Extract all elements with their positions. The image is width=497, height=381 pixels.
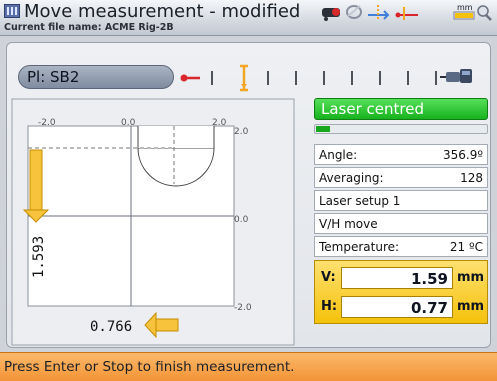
left-arrow-marker-icon: [180, 74, 200, 82]
measurement-progress-fill: [316, 126, 330, 132]
temperature-field: Temperature: 21 ºC: [314, 236, 488, 257]
vertical-value: 1.593: [31, 236, 47, 278]
plane-selector[interactable]: Pl: SB2: [18, 65, 174, 89]
angle-field: Angle: 356.9º: [314, 144, 488, 165]
horizontal-value: 0.766: [90, 319, 132, 335]
strip-ticks: [211, 71, 437, 85]
averaging-value: 128: [460, 171, 483, 185]
search-icon[interactable]: [477, 5, 492, 21]
machine-icon[interactable]: [440, 69, 472, 83]
averaging-label: Averaging:: [319, 171, 384, 185]
v-unit: mm: [457, 270, 485, 285]
temperature-value: 21 ºC: [449, 240, 483, 254]
coupling-icon[interactable]: [395, 7, 419, 20]
unit-mm-label: mm: [457, 3, 473, 12]
plane-label: Pl: SB2: [27, 68, 80, 86]
laser-icon[interactable]: [346, 5, 362, 19]
machine-icon[interactable]: [322, 8, 340, 21]
v-value: 1.59: [341, 267, 453, 289]
averaging-field[interactable]: Averaging: 128: [314, 167, 488, 188]
h-label: H:: [321, 299, 338, 314]
move-readouts: V: 1.59 mm H: 0.77 mm: [314, 260, 488, 324]
move-arrows-icon[interactable]: [368, 5, 390, 20]
laser-setup-label: Laser setup 1: [319, 194, 401, 208]
laser-spot-top: [138, 126, 214, 148]
unit-mm-icon[interactable]: mm: [453, 3, 475, 20]
title-icon-strip: mm: [322, 3, 492, 21]
alignment-plot: -2.0 0.0 2.0 2.0 0.0 -2.0 1.593 0.766: [11, 98, 295, 346]
v-label: V:: [321, 270, 336, 285]
angle-label: Angle:: [319, 148, 358, 162]
title-bar: Move measurement - modified Current file…: [0, 0, 497, 36]
vh-move-field[interactable]: V/H move: [314, 213, 488, 234]
angle-value: 356.9º: [442, 148, 483, 162]
temperature-label: Temperature:: [319, 240, 400, 254]
laser-status-badge: Laser centred: [314, 98, 488, 120]
h-value: 0.77: [341, 296, 453, 318]
laser-setup-field[interactable]: Laser setup 1: [314, 190, 488, 211]
h-unit: mm: [457, 299, 485, 314]
machine-train-strip: [180, 64, 472, 92]
y-tick-label: 0.0: [234, 215, 249, 225]
status-bar: Press Enter or Stop to finish measuremen…: [0, 352, 497, 381]
window-title: Move measurement - modified: [24, 1, 301, 22]
current-file-label: Current file name: ACME Rig-2B: [4, 22, 174, 33]
footer-message: Press Enter or Stop to finish measuremen…: [4, 359, 295, 375]
laser-status-text: Laser centred: [321, 100, 424, 118]
position-marker-icon[interactable]: [240, 64, 248, 92]
x-tick-label: 0.0: [121, 118, 136, 128]
vh-move-label: V/H move: [319, 217, 378, 231]
app-icon: [4, 4, 20, 18]
y-tick-label: 2.0: [234, 127, 249, 137]
measurement-progress: [314, 124, 488, 134]
y-tick-label: -2.0: [234, 303, 252, 313]
x-tick-label: -2.0: [38, 118, 56, 128]
